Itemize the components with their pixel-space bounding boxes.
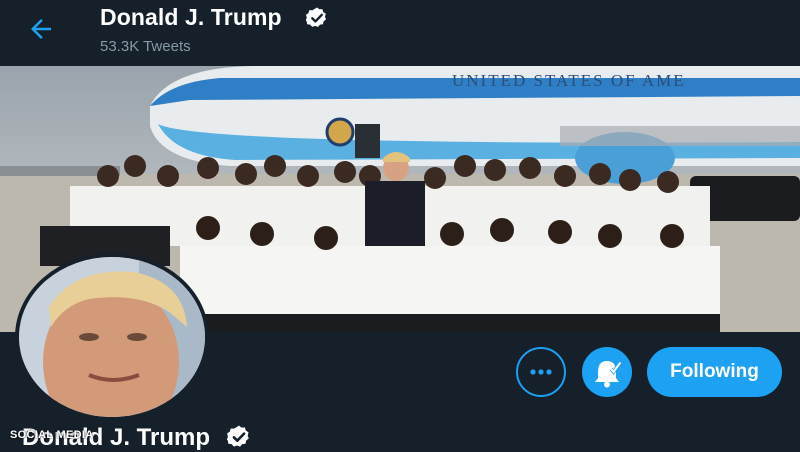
arrow-left-icon[interactable] [26,14,56,44]
avatar-photo [19,257,205,417]
watermark-text: SOCIAL MEDIA [10,429,94,441]
following-button[interactable]: Following [647,347,782,397]
profile-header: Donald J. Trump 53.3K Tweets [0,0,800,66]
more-button[interactable] [516,347,566,397]
plane-lettering: UNITED STATES OF AME [452,71,686,90]
verified-badge-icon [226,425,249,447]
avatar[interactable] [15,253,209,421]
notification-bell-icon [595,361,622,388]
tweet-count: 53.3K Tweets [100,38,191,55]
verified-badge-icon [305,7,326,27]
more-icon [530,369,552,375]
header-name: Donald J. Trump [100,4,282,30]
notifications-button[interactable] [582,347,632,397]
